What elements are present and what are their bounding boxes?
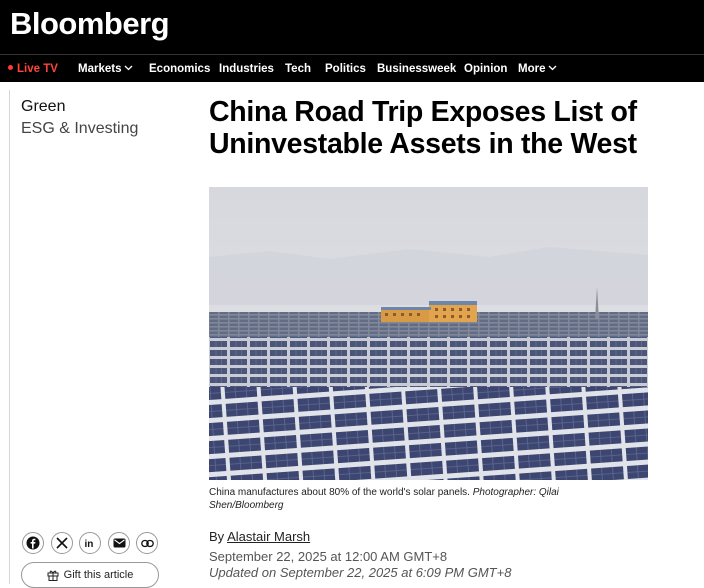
top-bar: Bloomberg: [0, 0, 704, 54]
nav-politics[interactable]: Politics: [325, 55, 366, 83]
bloomberg-logo[interactable]: Bloomberg: [10, 6, 170, 42]
facebook-icon: [26, 536, 40, 550]
link-icon: [140, 539, 154, 547]
image-caption: China manufactures about 80% of the worl…: [209, 486, 609, 512]
nav-opinion[interactable]: Opinion: [464, 55, 507, 83]
gift-article-label: Gift this article: [63, 569, 134, 581]
nav-industries[interactable]: Industries: [219, 55, 274, 83]
live-dot-icon: [8, 65, 13, 71]
caption-text: China manufactures about 80% of the worl…: [209, 487, 470, 498]
share-x-button[interactable]: [51, 532, 73, 554]
svg-text:in: in: [85, 539, 94, 549]
updated-date: Updated on September 22, 2025 at 6:09 PM…: [209, 565, 512, 580]
sidebar-divider: [9, 90, 10, 584]
nav-tech[interactable]: Tech: [285, 55, 311, 83]
chevron-down-icon: [125, 65, 133, 71]
author-link[interactable]: Alastair Marsh: [227, 529, 310, 544]
published-date: September 22, 2025 at 12:00 AM GMT+8: [209, 549, 448, 564]
subcategory-link[interactable]: ESG & Investing: [21, 120, 138, 138]
x-icon: [56, 537, 68, 549]
gift-article-button[interactable]: Gift this article: [21, 562, 159, 588]
byline: By Alastair Marsh: [209, 529, 310, 544]
article-headline: China Road Trip Exposes List of Uninvest…: [209, 96, 637, 160]
nav-economics[interactable]: Economics: [149, 55, 210, 83]
nav-live-tv[interactable]: Live TV: [8, 55, 58, 83]
share-email-button[interactable]: [108, 532, 130, 554]
hero-image-solar-panels: [209, 187, 648, 480]
category-link[interactable]: Green: [21, 98, 65, 116]
chevron-down-icon: [549, 65, 557, 71]
gift-icon: [47, 570, 59, 581]
share-link-button[interactable]: [136, 532, 158, 554]
byline-prefix: By: [209, 529, 225, 544]
nav-businessweek[interactable]: Businessweek: [377, 55, 456, 83]
share-facebook-button[interactable]: [22, 532, 44, 554]
nav-markets[interactable]: Markets: [78, 55, 133, 83]
linkedin-icon: in: [85, 539, 94, 549]
nav-more[interactable]: More: [518, 55, 557, 83]
share-linkedin-button[interactable]: in: [79, 532, 101, 554]
email-icon: [113, 538, 125, 548]
main-nav: Live TV Markets Economics Industries Tec…: [0, 54, 704, 82]
